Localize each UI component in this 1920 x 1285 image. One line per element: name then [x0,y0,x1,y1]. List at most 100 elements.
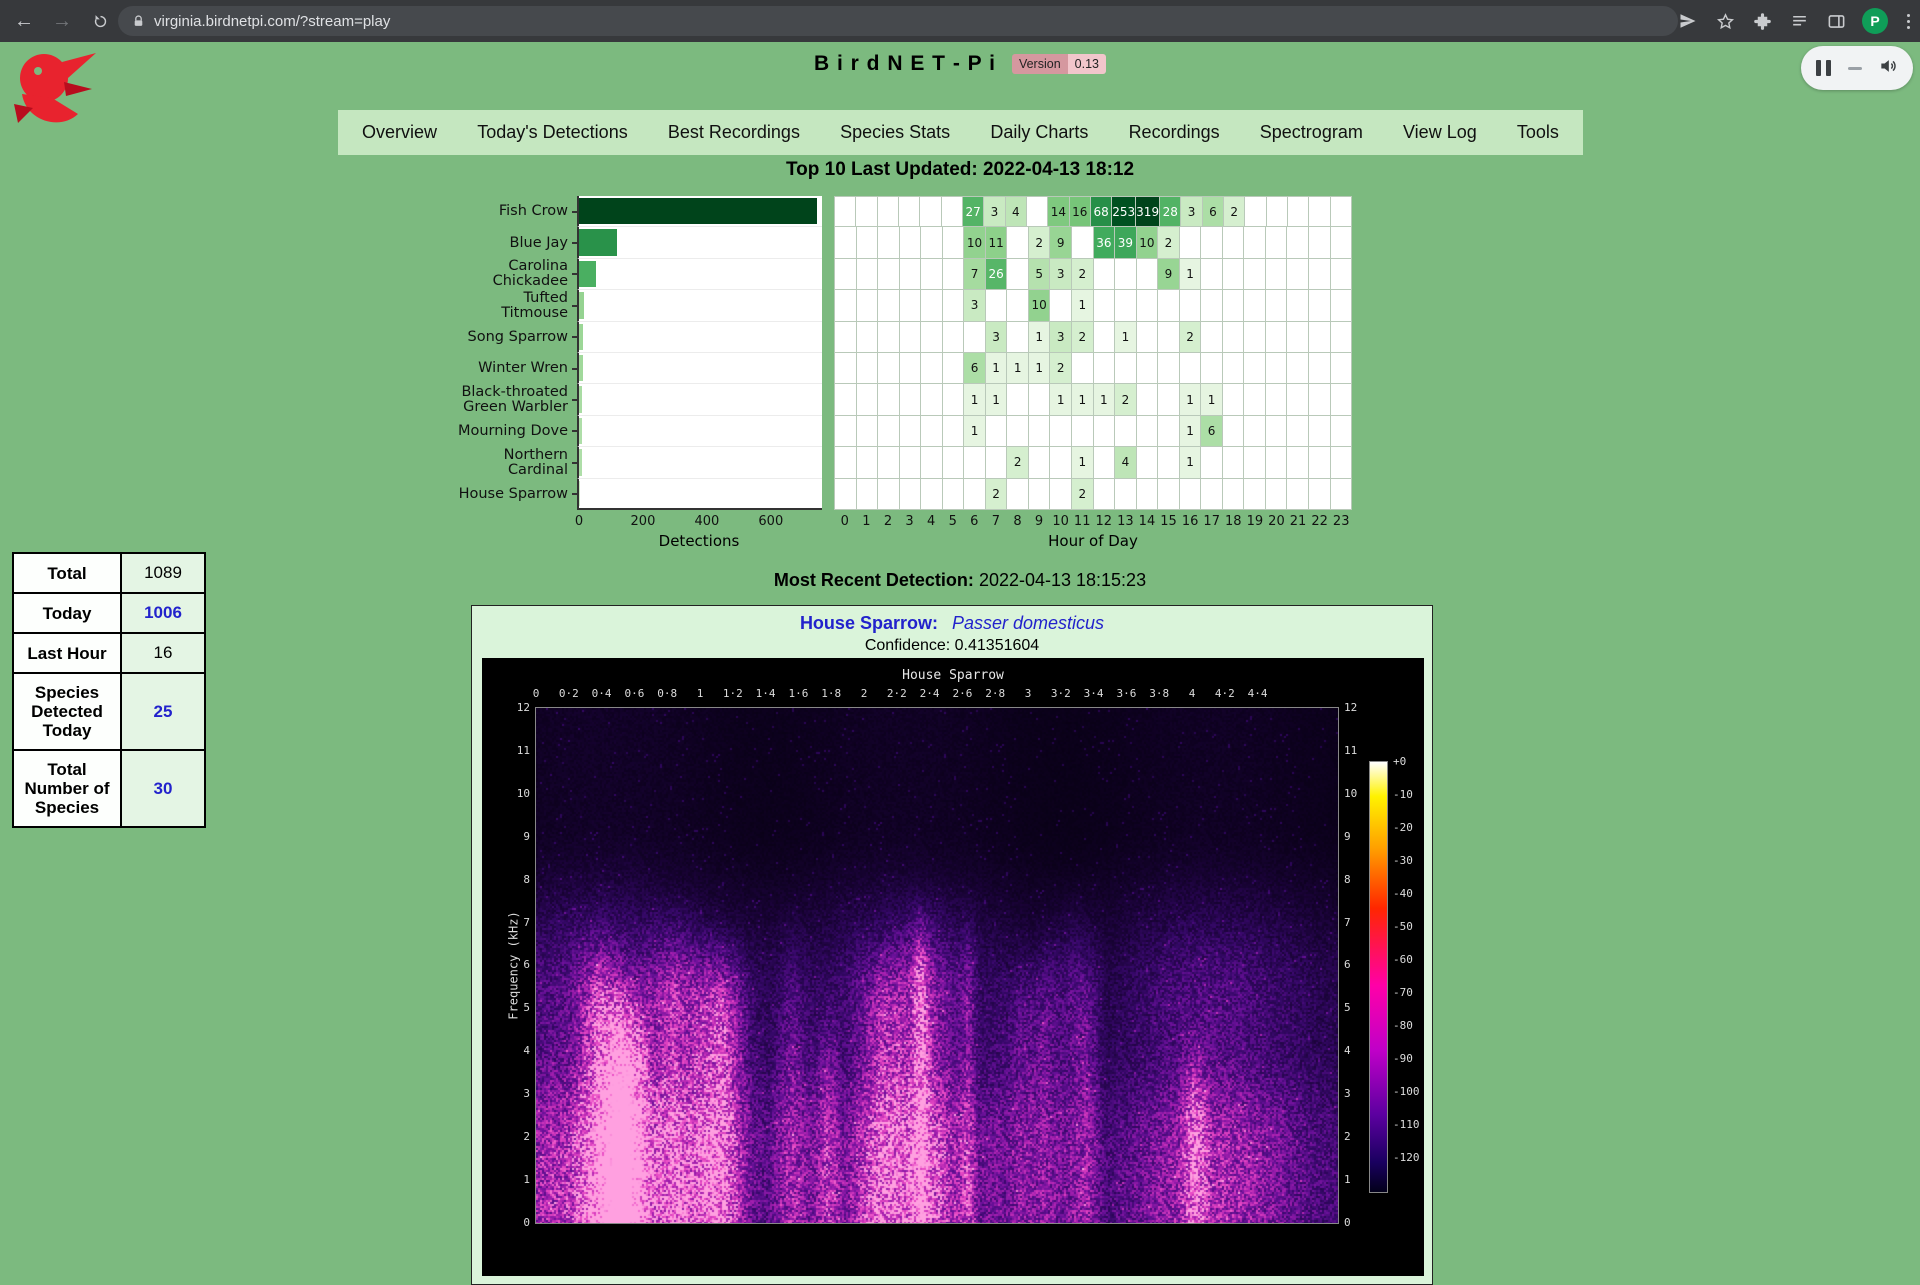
heat-cell [878,447,900,478]
heat-cell [1158,416,1180,447]
heat-cell [921,322,943,353]
nav-item-today-s-detections[interactable]: Today's Detections [477,122,628,143]
confidence-label: Confidence: [865,637,950,654]
spectrogram-time-tick: 4 [1189,688,1196,700]
spectrogram-time-tick: 3·4 [1084,688,1104,700]
audio-player[interactable] [1801,46,1913,90]
heat-cell [921,416,943,447]
heat-cell [900,322,922,353]
heat-cell [964,447,986,478]
summary-label: Species Detected Today [13,673,121,750]
seek-bar[interactable] [1848,67,1862,70]
chart-row: Northern Cardinal2141 [457,447,1352,478]
colorbar-tick: -30 [1393,855,1413,867]
heat-cell [1245,196,1266,227]
browser-menu-icon[interactable] [1903,14,1914,29]
bar-track [577,479,822,510]
spectrogram-freq-tick-right: 12 [1344,702,1357,714]
heat-cell [1309,416,1331,447]
reload-button[interactable] [86,7,114,35]
heat-cell [1266,447,1288,478]
heat-cell: 1 [986,353,1008,384]
heat-row: 22 [834,479,1352,510]
volume-icon[interactable] [1878,56,1898,81]
heat-cell [1158,290,1180,321]
heat-cell [1244,322,1266,353]
heat-cell [900,227,922,258]
heat-cell [834,322,857,353]
heat-cell [1331,290,1353,321]
heat-cell [1223,353,1245,384]
heat-cell [1201,353,1223,384]
reading-list-icon[interactable] [1788,10,1810,32]
heat-cell [1007,290,1029,321]
hour-axis-tick: 10 [1052,514,1069,529]
heat-cell [943,227,965,258]
species-label: Song Sparrow [457,322,577,353]
heat-cell [1309,227,1331,258]
heat-cell [1266,259,1288,290]
nav-item-view-log[interactable]: View Log [1403,122,1477,143]
nav-item-species-stats[interactable]: Species Stats [840,122,950,143]
summary-row: Today1006 [13,593,205,633]
heat-cell [900,384,922,415]
hour-axis-tick: 8 [1013,514,1021,529]
back-button[interactable]: ← [10,7,38,35]
side-panel-icon[interactable] [1825,10,1847,32]
heat-cell [1267,196,1288,227]
heat-cell [1223,322,1245,353]
heat-cell [1201,479,1223,510]
detections-bar [579,261,596,287]
heat-row: 313212 [834,322,1352,353]
nav-item-recordings[interactable]: Recordings [1129,122,1220,143]
heat-cell [834,447,857,478]
spectrogram-time-tick: 2·2 [887,688,907,700]
summary-label: Total Number of Species [13,750,121,827]
nav-item-overview[interactable]: Overview [362,122,437,143]
detection-panel: House Sparrow: Passer domesticus Confide… [471,605,1433,1285]
share-icon[interactable] [1677,10,1699,32]
heat-cell [1007,227,1029,258]
heat-cell [1331,479,1353,510]
summary-value[interactable]: 30 [121,750,205,827]
spectrogram-freq-tick-left: 1 [500,1174,530,1186]
spectrogram-title: House Sparrow [482,668,1424,683]
nav-item-spectrogram[interactable]: Spectrogram [1260,122,1363,143]
heat-cell [1137,322,1159,353]
spectrogram-freq-tick-left: 9 [500,831,530,843]
heat-cell [1309,290,1331,321]
extensions-icon[interactable] [1751,10,1773,32]
spectrogram-time-tick: 2·4 [920,688,940,700]
heat-cell [1094,479,1116,510]
summary-row: Total Number of Species30 [13,750,205,827]
forward-button[interactable]: → [48,7,76,35]
bar-track [577,196,822,227]
nav-item-best-recordings[interactable]: Best Recordings [668,122,800,143]
hour-axis-tick: 13 [1117,514,1134,529]
spectrogram-freq-tick-left: 0 [500,1217,530,1229]
heat-cell [857,416,879,447]
spectrogram-freq-tick-right: 6 [1344,959,1351,971]
spectrogram-freq-tick-left: 12 [500,702,530,714]
heat-cell [1137,259,1159,290]
nav-item-tools[interactable]: Tools [1517,122,1559,143]
heat-cell [878,259,900,290]
heat-cell [857,353,879,384]
bookmark-star-icon[interactable] [1714,10,1736,32]
chart-axis-ticks: 0200400600012345678910111213141516171819… [457,510,1352,532]
page-title: B i r d N E T - P i [814,52,996,76]
spectrogram-freq-tick-left: 11 [500,745,530,757]
profile-avatar[interactable]: P [1862,8,1888,34]
heat-cell: 3 [964,290,986,321]
heat-cell: 1 [1180,384,1202,415]
pause-icon[interactable] [1816,60,1831,76]
species-common-name-link[interactable]: House Sparrow: [800,613,938,633]
heat-cell [900,290,922,321]
address-bar[interactable]: virginia.birdnetpi.com/?stream=play [118,6,1678,36]
heat-cell [986,447,1008,478]
heat-cell: 2 [986,479,1008,510]
summary-value[interactable]: 1006 [121,593,205,633]
nav-item-daily-charts[interactable]: Daily Charts [990,122,1088,143]
heat-cell: 6 [1201,416,1223,447]
summary-value[interactable]: 25 [121,673,205,750]
